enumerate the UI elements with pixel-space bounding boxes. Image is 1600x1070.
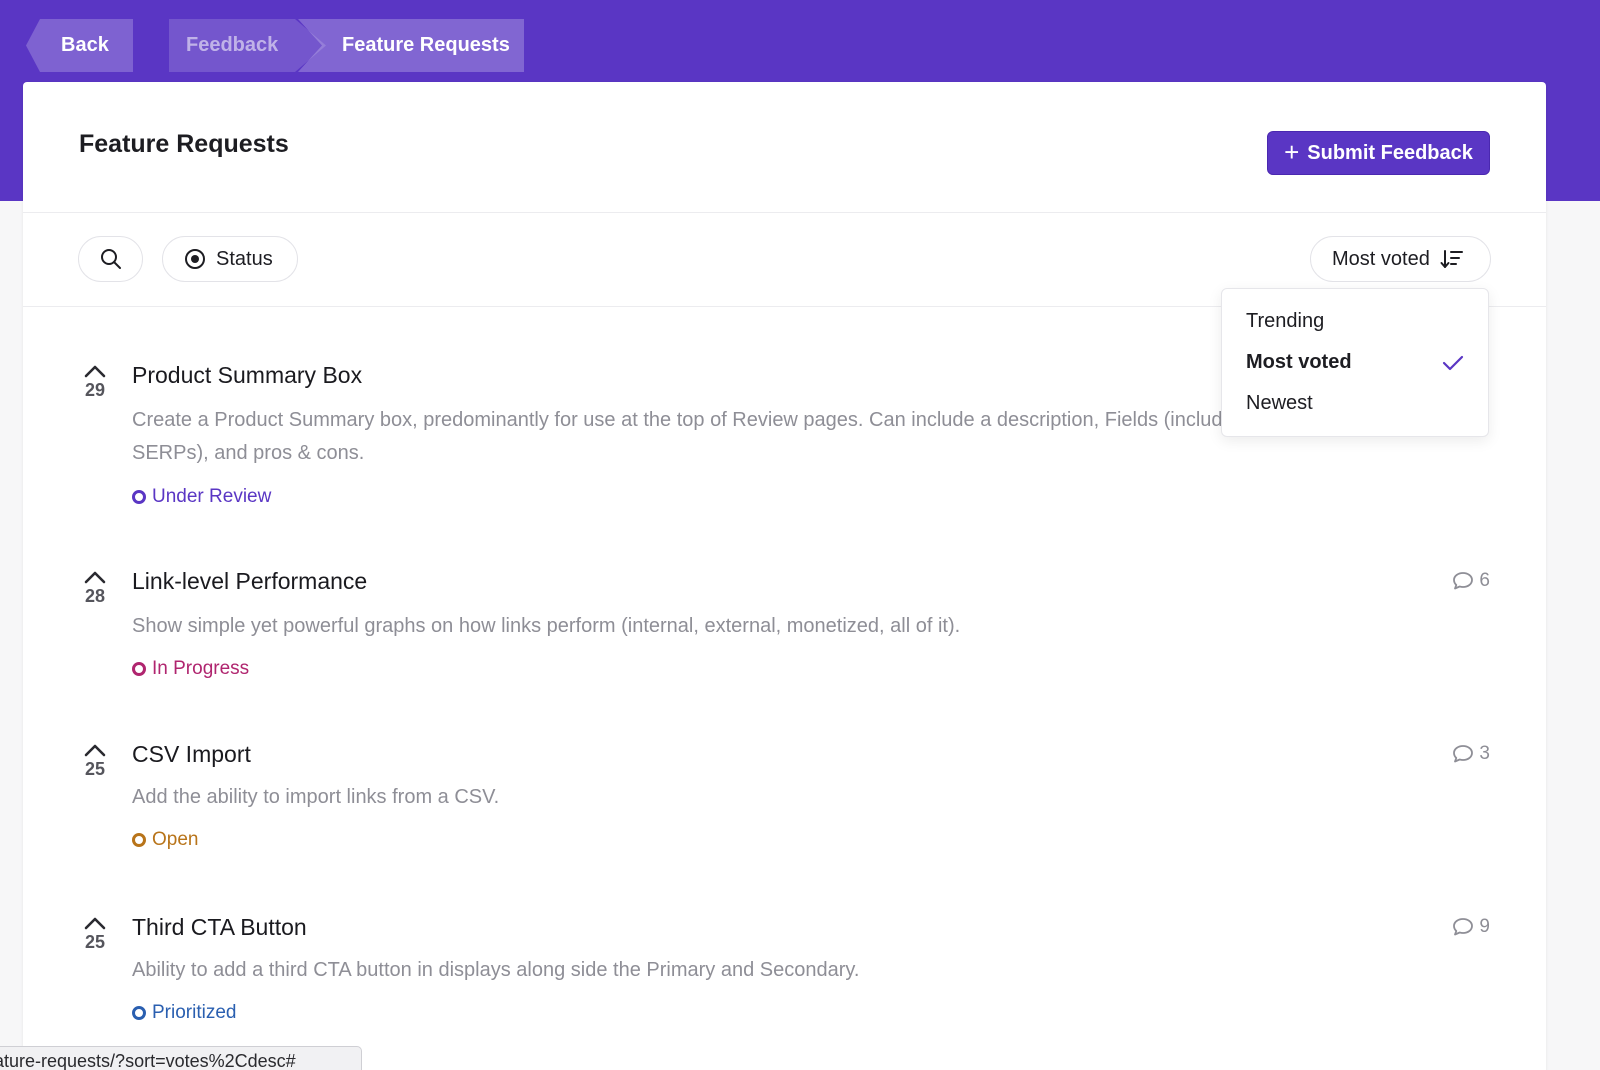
chevron-up-icon[interactable] xyxy=(84,570,106,584)
item-title[interactable]: Product Summary Box xyxy=(132,362,362,389)
status-badge: In Progress xyxy=(132,658,249,680)
comment-count-label: 3 xyxy=(1479,743,1490,764)
sort-option-label: Newest xyxy=(1246,392,1313,414)
status-dot-icon xyxy=(132,662,146,676)
sort-option-trending[interactable]: Trending xyxy=(1222,301,1488,342)
comment-count[interactable]: 3 xyxy=(1452,743,1490,765)
status-badge: Prioritized xyxy=(132,1002,236,1024)
back-button[interactable]: Back xyxy=(26,19,133,72)
checkmark-icon xyxy=(1442,355,1464,370)
breadcrumb-current: Feature Requests xyxy=(298,19,524,72)
vote-count: 29 xyxy=(84,380,106,400)
vote-count: 28 xyxy=(84,586,106,606)
chevron-up-icon[interactable] xyxy=(84,916,106,930)
comment-count[interactable]: 9 xyxy=(1452,916,1490,938)
item-description: Show simple yet powerful graphs on how l… xyxy=(132,615,961,637)
card-header: Feature Requests + Submit Feedback xyxy=(23,82,1546,213)
sort-option-most-voted[interactable]: Most voted xyxy=(1222,342,1488,383)
chevron-up-icon[interactable] xyxy=(84,364,106,378)
item-description: Add the ability to import links from a C… xyxy=(132,786,500,808)
item-description: Create a Product Summary box, predominan… xyxy=(132,409,1383,464)
link-preview-statusbar: ature-requests/?sort=votes%2Cdesc# xyxy=(0,1046,362,1070)
feedback-card: Feature Requests + Submit Feedback Statu… xyxy=(23,82,1546,1070)
status-dot-icon xyxy=(132,833,146,847)
status-dot-icon xyxy=(132,490,146,504)
sort-descending-icon xyxy=(1440,250,1463,268)
sort-option-label: Trending xyxy=(1246,310,1325,332)
sort-label: Most voted xyxy=(1332,247,1430,270)
vote-count: 25 xyxy=(84,759,106,779)
item-description: Ability to add a third CTA button in dis… xyxy=(132,959,860,981)
sort-button[interactable]: Most voted xyxy=(1310,236,1491,282)
link-preview-url: ature-requests/?sort=votes%2Cdesc# xyxy=(0,1051,296,1070)
breadcrumb-feedback[interactable]: Feedback xyxy=(169,19,326,72)
status-label: In Progress xyxy=(152,658,250,679)
status-label: Prioritized xyxy=(152,1002,237,1023)
status-dot-icon xyxy=(132,1006,146,1020)
comment-bubble-icon xyxy=(1453,745,1474,763)
upvote-control[interactable]: 29 xyxy=(81,364,109,401)
status-badge: Under Review xyxy=(132,486,271,508)
status-label: Open xyxy=(152,829,199,850)
sort-dropdown-menu: Trending Most voted Newest xyxy=(1221,288,1489,437)
item-title[interactable]: Link-level Performance xyxy=(132,568,367,595)
submit-feedback-label: Submit Feedback xyxy=(1307,141,1473,164)
comment-count-label: 9 xyxy=(1479,916,1490,937)
upvote-control[interactable]: 25 xyxy=(81,743,109,780)
item-title[interactable]: Third CTA Button xyxy=(132,914,307,941)
search-button[interactable] xyxy=(78,236,143,282)
status-filter-label: Status xyxy=(216,247,273,270)
sort-option-newest[interactable]: Newest xyxy=(1222,383,1488,424)
submit-feedback-button[interactable]: + Submit Feedback xyxy=(1267,131,1490,175)
status-filter-button[interactable]: Status xyxy=(162,236,298,282)
sort-option-label: Most voted xyxy=(1246,351,1352,373)
item-title[interactable]: CSV Import xyxy=(132,741,251,768)
page-title: Feature Requests xyxy=(79,130,289,158)
vote-count: 25 xyxy=(84,932,106,952)
comment-count[interactable]: 6 xyxy=(1452,570,1490,592)
comment-count-label: 6 xyxy=(1479,570,1490,591)
search-icon xyxy=(100,249,121,269)
chevron-up-icon[interactable] xyxy=(84,743,106,757)
upvote-control[interactable]: 25 xyxy=(81,916,109,953)
status-badge: Open xyxy=(132,829,198,851)
radio-target-icon xyxy=(185,249,205,269)
upvote-control[interactable]: 28 xyxy=(81,570,109,607)
status-label: Under Review xyxy=(152,486,272,507)
plus-icon: + xyxy=(1284,137,1300,167)
comment-bubble-icon xyxy=(1453,918,1474,936)
comment-bubble-icon xyxy=(1453,572,1474,590)
